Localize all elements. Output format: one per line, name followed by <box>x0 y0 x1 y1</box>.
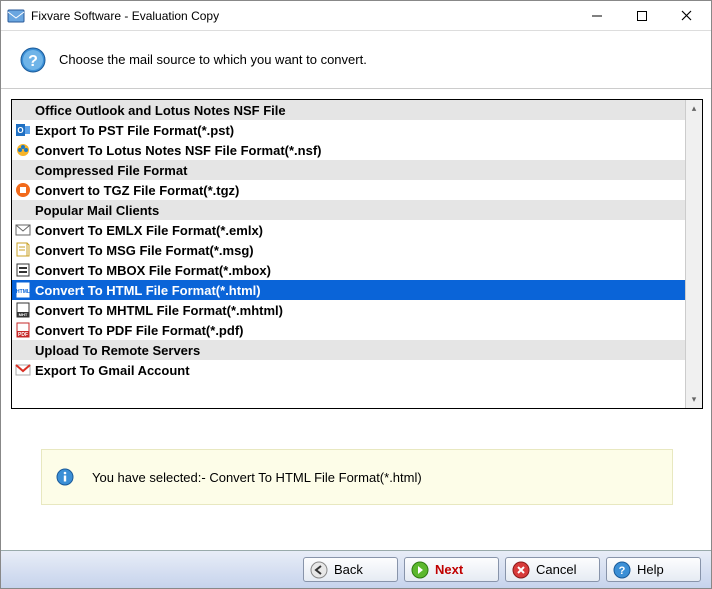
help-icon: ? <box>613 561 631 579</box>
list-item[interactable]: Convert To EMLX File Format(*.emlx) <box>12 220 685 240</box>
outlook-icon: O <box>15 122 31 138</box>
window-title: Fixvare Software - Evaluation Copy <box>31 9 574 23</box>
help-label: Help <box>637 562 664 577</box>
pdf-icon: PDF <box>15 322 31 338</box>
back-button[interactable]: Back <box>303 557 398 582</box>
help-button[interactable]: ? Help <box>606 557 701 582</box>
list-header: Upload To Remote Servers <box>12 340 685 360</box>
next-button[interactable]: Next <box>404 557 499 582</box>
html-icon: HTML <box>15 282 31 298</box>
info-icon <box>56 468 74 486</box>
list-item[interactable]: MHT Convert To MHTML File Format(*.mhtml) <box>12 300 685 320</box>
mbox-icon <box>15 262 31 278</box>
titlebar: Fixvare Software - Evaluation Copy <box>1 1 711 31</box>
cancel-label: Cancel <box>536 562 576 577</box>
emlx-icon <box>15 222 31 238</box>
list-item-label: Upload To Remote Servers <box>35 343 200 358</box>
app-icon <box>7 7 25 25</box>
question-icon: ? <box>19 46 47 74</box>
list-header: Office Outlook and Lotus Notes NSF File <box>12 100 685 120</box>
window-controls <box>574 2 709 30</box>
status-box: You have selected:- Convert To HTML File… <box>41 449 673 505</box>
svg-text:MHT: MHT <box>19 312 28 317</box>
back-icon <box>310 561 328 579</box>
maximize-button[interactable] <box>619 2 664 30</box>
list-item-label: Popular Mail Clients <box>35 203 159 218</box>
minimize-button[interactable] <box>574 2 619 30</box>
scroll-track[interactable] <box>686 117 702 391</box>
list-item[interactable]: O Export To PST File Format(*.pst) <box>12 120 685 140</box>
list-item[interactable]: Convert To MBOX File Format(*.mbox) <box>12 260 685 280</box>
format-list: Office Outlook and Lotus Notes NSF File O… <box>11 99 703 409</box>
scroll-down[interactable]: ▾ <box>686 391 702 408</box>
list-item[interactable]: Convert To Lotus Notes NSF File Format(*… <box>12 140 685 160</box>
list-item-label: Convert To EMLX File Format(*.emlx) <box>35 223 263 238</box>
list-item-label: Convert To MHTML File Format(*.mhtml) <box>35 303 283 318</box>
next-label: Next <box>435 562 463 577</box>
scroll-up[interactable]: ▴ <box>686 100 702 117</box>
scrollbar[interactable]: ▴ ▾ <box>685 100 702 408</box>
list-item-label: Convert To PDF File Format(*.pdf) <box>35 323 243 338</box>
svg-text:HTML: HTML <box>16 289 30 295</box>
main-area: Office Outlook and Lotus Notes NSF File O… <box>1 89 711 511</box>
status-text: You have selected:- Convert To HTML File… <box>92 470 422 485</box>
list-item-label: Compressed File Format <box>35 163 187 178</box>
list-item-label: Export To PST File Format(*.pst) <box>35 123 234 138</box>
back-label: Back <box>334 562 363 577</box>
cancel-icon <box>512 561 530 579</box>
instruction-text: Choose the mail source to which you want… <box>59 52 367 67</box>
instruction-bar: ? Choose the mail source to which you wa… <box>1 31 711 89</box>
cancel-button[interactable]: Cancel <box>505 557 600 582</box>
list-header: Compressed File Format <box>12 160 685 180</box>
list-item[interactable]: Convert To MSG File Format(*.msg) <box>12 240 685 260</box>
close-button[interactable] <box>664 2 709 30</box>
list-item-label: Convert To MBOX File Format(*.mbox) <box>35 263 271 278</box>
svg-text:PDF: PDF <box>18 332 28 338</box>
next-icon <box>411 561 429 579</box>
list-item[interactable]: HTML Convert To HTML File Format(*.html) <box>12 280 685 300</box>
list-header: Popular Mail Clients <box>12 200 685 220</box>
svg-text:?: ? <box>28 53 38 70</box>
list-item-label: Convert To Lotus Notes NSF File Format(*… <box>35 143 322 158</box>
svg-text:O: O <box>17 126 23 135</box>
list-item[interactable]: Convert to TGZ File Format(*.tgz) <box>12 180 685 200</box>
mhtml-icon: MHT <box>15 302 31 318</box>
list-item-label: Convert to TGZ File Format(*.tgz) <box>35 183 239 198</box>
lotus-icon <box>15 142 31 158</box>
footer: Back Next Cancel ? Help <box>1 550 711 588</box>
gmail-icon <box>15 362 31 378</box>
list-item-label: Office Outlook and Lotus Notes NSF File <box>35 103 286 118</box>
list-item-label: Export To Gmail Account <box>35 363 190 378</box>
msg-icon <box>15 242 31 258</box>
list-item-label: Convert To MSG File Format(*.msg) <box>35 243 254 258</box>
list-item-label: Convert To HTML File Format(*.html) <box>35 283 261 298</box>
tgz-icon <box>15 182 31 198</box>
svg-text:?: ? <box>619 565 626 577</box>
list-item[interactable]: PDF Convert To PDF File Format(*.pdf) <box>12 320 685 340</box>
list-item[interactable]: Export To Gmail Account <box>12 360 685 380</box>
